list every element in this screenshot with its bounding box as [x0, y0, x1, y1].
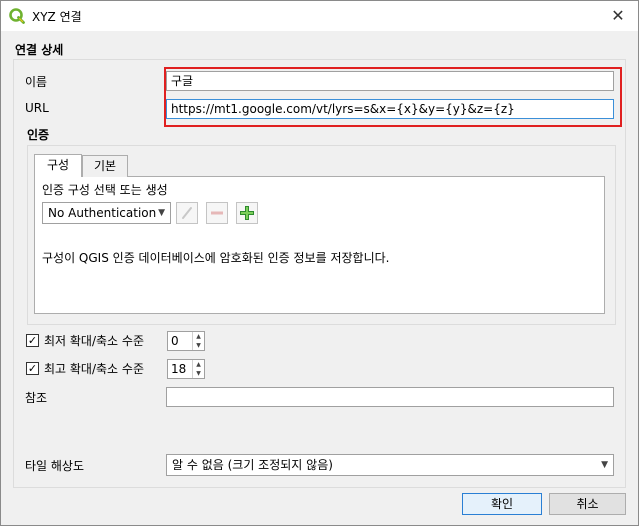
- add-config-button[interactable]: [236, 202, 258, 224]
- min-zoom-value: 0: [171, 334, 179, 348]
- spin-arrows-icon[interactable]: ▲ ▼: [192, 332, 204, 350]
- window-title: XYZ 연결: [32, 10, 82, 24]
- title-bar: XYZ 연결 ✕: [1, 1, 638, 31]
- tile-resolution-combo[interactable]: 알 수 없음 (크기 조정되지 않음) ▼: [166, 454, 614, 476]
- auth-tab-panel: 인증 구성 선택 또는 생성 No Authentication ▼ 구성이 Q…: [34, 176, 605, 314]
- max-zoom-spinbox[interactable]: 18 ▲ ▼: [167, 359, 205, 379]
- remove-config-button[interactable]: [206, 202, 228, 224]
- qgis-logo-icon: [9, 8, 25, 24]
- details-section-title: 연결 상세: [15, 43, 64, 57]
- chevron-down-icon: ▼: [601, 460, 608, 470]
- pencil-icon: [182, 207, 192, 219]
- referer-label: 참조: [25, 391, 48, 405]
- chevron-down-icon: ▼: [158, 208, 165, 218]
- auth-config-combo[interactable]: No Authentication ▼: [42, 202, 171, 224]
- tab-basic-label: 기본: [93, 159, 117, 173]
- auth-config-label: 인증 구성 선택 또는 생성: [42, 183, 168, 197]
- spin-arrows-icon[interactable]: ▲ ▼: [192, 360, 204, 378]
- minus-icon: [211, 211, 223, 215]
- auth-section-title: 인증: [27, 128, 50, 142]
- ok-button[interactable]: 확인: [462, 493, 542, 515]
- max-zoom-value: 18: [171, 362, 187, 376]
- xyz-connection-dialog: XYZ 연결 ✕ 연결 상세 이름 구글 URL https://mt1.goo…: [0, 0, 639, 526]
- cancel-button[interactable]: 취소: [549, 493, 626, 515]
- max-zoom-checkbox[interactable]: ✓: [26, 362, 39, 375]
- auth-config-value: No Authentication: [48, 206, 157, 220]
- tile-resolution-value: 알 수 없음 (크기 조정되지 않음): [172, 458, 333, 472]
- plus-icon: [240, 206, 254, 220]
- min-zoom-label: 최저 확대/축소 수준: [44, 334, 144, 348]
- highlight-box: [164, 67, 622, 127]
- tab-config-label: 구성: [46, 158, 70, 172]
- url-label: URL: [25, 101, 49, 115]
- min-zoom-spinbox[interactable]: 0 ▲ ▼: [167, 331, 205, 351]
- close-icon[interactable]: ✕: [608, 6, 628, 26]
- min-zoom-checkbox[interactable]: ✓: [26, 334, 39, 347]
- tab-config[interactable]: 구성: [34, 154, 82, 177]
- tile-resolution-label: 타일 해상도: [25, 459, 85, 473]
- max-zoom-label: 최고 확대/축소 수준: [44, 362, 144, 376]
- name-label: 이름: [25, 75, 48, 89]
- edit-config-button[interactable]: [176, 202, 198, 224]
- referer-field[interactable]: [166, 387, 614, 407]
- tab-basic[interactable]: 기본: [82, 155, 128, 177]
- auth-info-text: 구성이 QGIS 인증 데이터베이스에 암호화된 인증 정보를 저장합니다.: [42, 251, 390, 265]
